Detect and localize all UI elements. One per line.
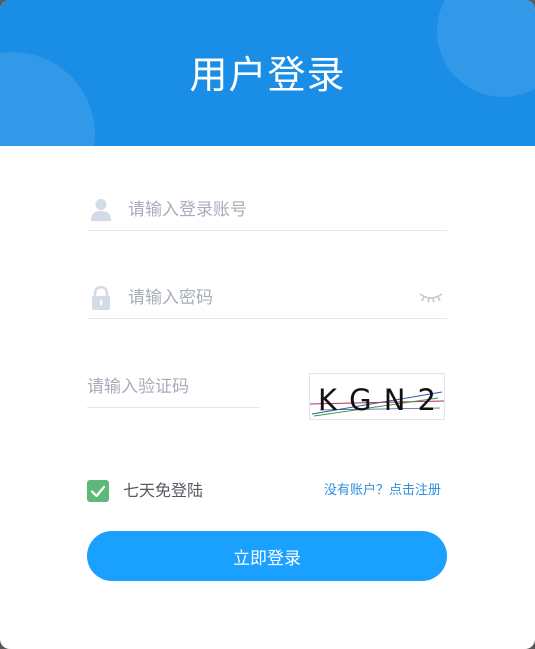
remember-checkbox[interactable] bbox=[87, 480, 109, 502]
user-icon bbox=[90, 198, 112, 222]
password-input[interactable] bbox=[128, 278, 408, 318]
page-title: 用户登录 bbox=[189, 53, 346, 97]
register-link[interactable]: 没有账户？点击注册 bbox=[324, 480, 441, 502]
login-card: 用户登录 请输入登录账号 请输入验证码 KGN2 七天免登陆 没有账户？点击注册… bbox=[0, 0, 535, 649]
login-header: 用户登录 bbox=[0, 0, 535, 146]
lock-icon bbox=[90, 285, 112, 310]
login-button[interactable]: 立即登录 bbox=[87, 531, 447, 581]
eye-closed-icon[interactable] bbox=[418, 290, 444, 306]
captcha-text: KGN2 bbox=[318, 383, 436, 417]
captcha-input[interactable] bbox=[87, 367, 257, 407]
captcha-field bbox=[87, 367, 259, 408]
page-backdrop: 用户登录 请输入登录账号 请输入验证码 KGN2 七天免登陆 没有账户？点击注册… bbox=[0, 0, 535, 649]
captcha-image[interactable]: KGN2 bbox=[309, 373, 445, 420]
username-input[interactable] bbox=[128, 190, 408, 230]
password-field bbox=[87, 278, 447, 319]
remember-label: 七天免登陆 bbox=[123, 481, 204, 500]
username-field bbox=[87, 190, 447, 231]
checkmark-icon bbox=[90, 485, 106, 498]
